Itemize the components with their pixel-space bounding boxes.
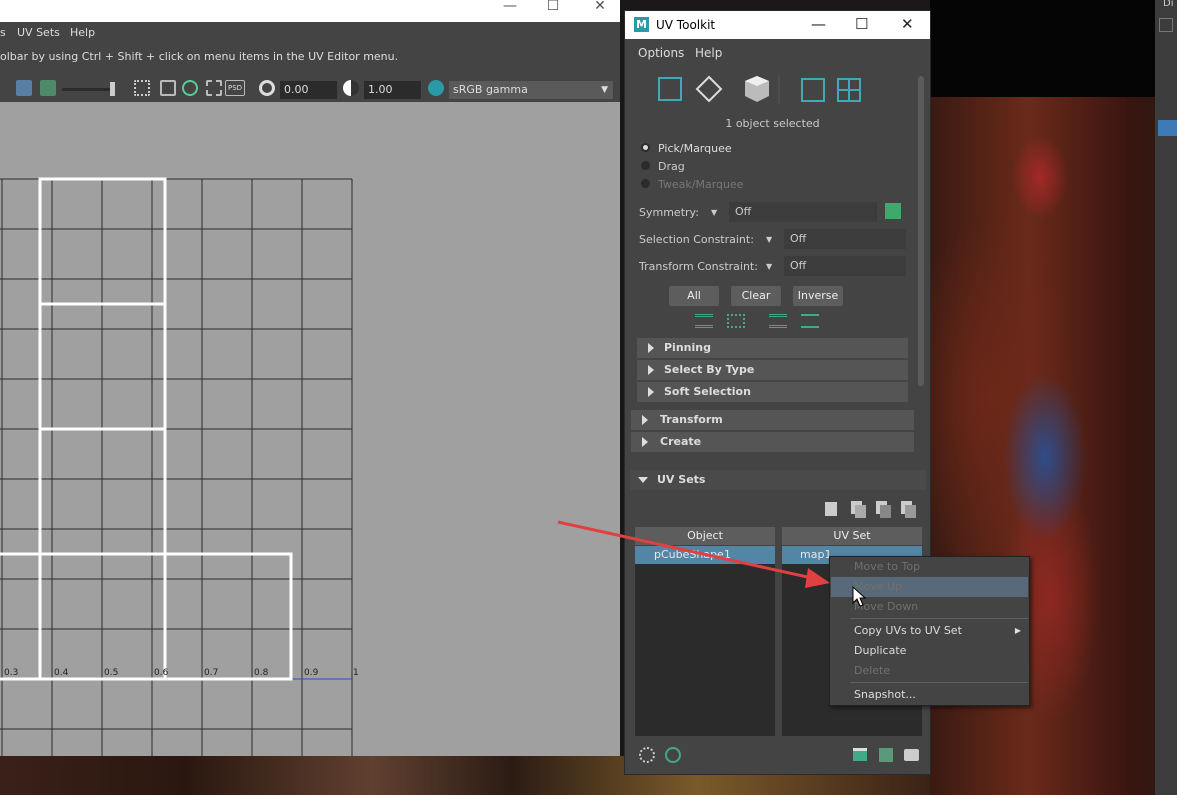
annotation-arrowhead <box>805 568 830 588</box>
annotation-overlay <box>557 520 867 607</box>
mouse-cursor-icon <box>852 585 867 607</box>
annotation-arrow <box>557 520 813 580</box>
